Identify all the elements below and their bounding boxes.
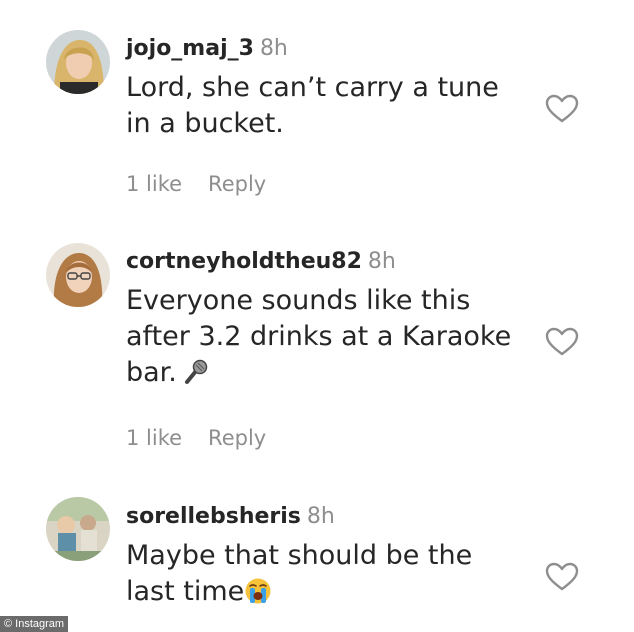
comment-header: sorellebsheris 8h — [126, 504, 335, 530]
comment-text-line: last time — [126, 576, 245, 607]
likes-count[interactable]: 1 like — [126, 172, 182, 196]
comment-actions: 1 like Reply — [126, 425, 266, 451]
blonde-woman-avatar-image — [46, 30, 110, 94]
comment-text: Maybe that should be the last time — [126, 538, 546, 610]
comment-text-line-with-emoji: bar. — [126, 355, 546, 391]
timestamp[interactable]: 8h — [368, 249, 396, 274]
woman-glasses-avatar-image — [46, 243, 110, 307]
username[interactable]: cortneyholdtheu82 — [126, 249, 362, 274]
timestamp[interactable]: 8h — [260, 36, 288, 61]
comment-text-line: bar. — [126, 357, 177, 388]
comment-text: Everyone sounds like this after 3.2 drin… — [126, 283, 546, 391]
outdoor-photo-avatar-image — [46, 497, 110, 561]
comment-header: jojo_maj_3 8h — [126, 36, 288, 62]
comment-text-line: Maybe that should be the — [126, 540, 473, 571]
comment-text-line-with-emoji: last time — [126, 574, 546, 610]
heart-icon[interactable] — [545, 94, 579, 124]
comment-text-line: after 3.2 drinks at a Karaoke — [126, 321, 512, 352]
comment-actions: 1 like Reply — [126, 171, 266, 197]
heart-icon[interactable] — [545, 562, 579, 592]
comment-text: Lord, she can’t carry a tune in a bucket… — [126, 70, 546, 142]
likes-count[interactable]: 1 like — [126, 426, 182, 450]
loudly-crying-face-icon — [245, 578, 271, 604]
reply-button[interactable]: Reply — [208, 172, 266, 196]
watermark-credit: © Instagram — [0, 616, 69, 632]
microphone-icon — [184, 359, 208, 384]
avatar[interactable] — [46, 497, 110, 561]
username[interactable]: sorellebsheris — [126, 504, 301, 529]
heart-icon[interactable] — [545, 327, 579, 357]
comment-text-line: Everyone sounds like this — [126, 285, 471, 316]
username[interactable]: jojo_maj_3 — [126, 36, 254, 61]
comment-text-line: Lord, she can’t carry a tune — [126, 72, 499, 103]
comment-header: cortneyholdtheu82 8h — [126, 249, 396, 275]
comment-text-line: in a bucket. — [126, 108, 284, 139]
avatar[interactable] — [46, 243, 110, 307]
timestamp[interactable]: 8h — [307, 504, 335, 529]
reply-button[interactable]: Reply — [208, 426, 266, 450]
avatar[interactable] — [46, 30, 110, 94]
